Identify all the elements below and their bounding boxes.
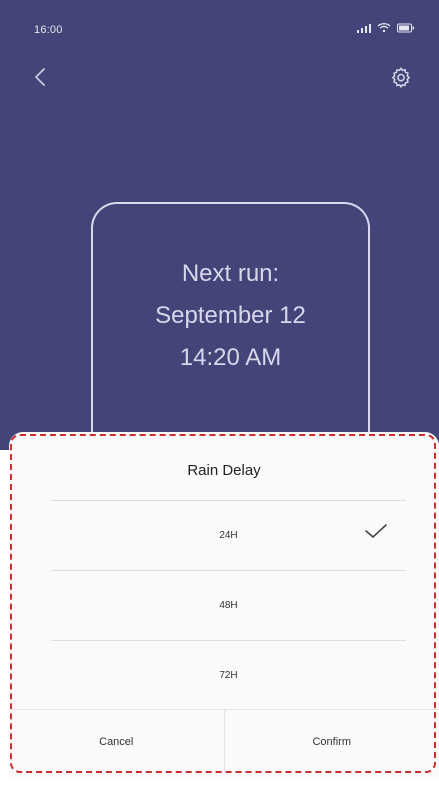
option-72h[interactable]: 72H [51,641,406,709]
wifi-icon [377,23,391,33]
next-run-card: Next run: September 12 14:20 AM [91,202,370,450]
checkmark-icon [365,524,387,538]
confirm-button[interactable]: Confirm [223,710,439,773]
settings-button[interactable] [385,61,417,93]
option-label-72h: 72H [219,669,238,681]
signal-icon [357,24,371,33]
option-24h[interactable]: 24H [51,501,406,569]
app-screen: 16:00 Next run: September 12 14:20 AM Ra… [0,0,439,785]
battery-icon [397,23,414,33]
top-nav [0,55,439,105]
sheet-title: Rain Delay [187,462,261,479]
next-run-text: Next run: September 12 14:20 AM [93,262,368,388]
rain-delay-sheet: Rain Delay 24H 48H 72H Cancel Confirm [9,432,439,777]
status-bar: 16:00 [0,0,439,60]
cancel-button[interactable]: Cancel [9,710,224,773]
option-48h[interactable]: 48H [51,571,406,639]
next-run-label: Next run: [181,260,280,287]
back-button[interactable] [26,63,54,91]
status-icons [357,23,415,33]
next-run-date: September 12 [155,302,306,329]
status-time: 16:00 [34,24,63,36]
back-arrow-icon [35,68,45,86]
gear-icon [392,67,410,88]
sheet-footer: Cancel Confirm [9,710,439,773]
option-label-24h: 24H [219,529,238,541]
next-run-time: 14:20 AM [179,344,282,371]
option-label-48h: 48H [219,599,238,611]
